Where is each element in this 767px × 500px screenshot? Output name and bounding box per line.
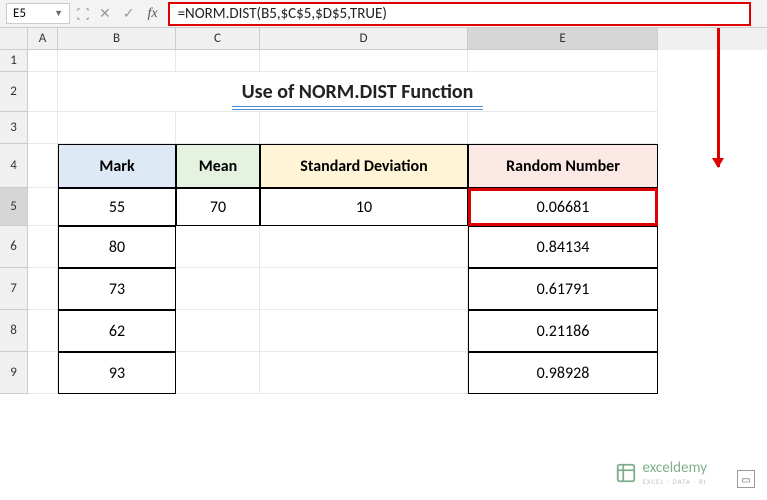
row-header-5[interactable]: 5 [0,188,28,226]
row-header-1[interactable]: 1 [0,50,28,72]
display-options-button[interactable]: ▭ [737,470,755,488]
row-8: 8 62 0.21186 [0,310,767,352]
page-title: Use of NORM.DIST Function [232,78,484,110]
cell-B5[interactable]: 55 [58,188,176,226]
cell-B7[interactable]: 73 [58,268,176,310]
formula-bar-row: E5 ▼ ✕ ✓ fx =NORM.DIST(B5,$C$5,$D$5,TRUE… [0,0,767,28]
fx-icon[interactable]: fx [143,6,161,22]
cell-B8[interactable]: 62 [58,310,176,352]
col-header-D[interactable]: D [260,28,468,50]
cell-C3[interactable] [176,112,260,144]
cell-B6[interactable]: 80 [58,226,176,268]
col-header-E[interactable]: E [468,28,658,50]
row-header-4[interactable]: 4 [0,144,28,188]
cell-A3[interactable] [28,112,58,144]
formula-bar[interactable]: =NORM.DIST(B5,$C$5,$D$5,TRUE) [168,2,761,26]
cell-C1[interactable] [176,50,260,72]
cell-D7[interactable] [260,268,468,310]
col-header-B[interactable]: B [58,28,176,50]
row-header-6[interactable]: 6 [0,226,28,268]
row-2: 2 Use of NORM.DIST Function [0,72,767,112]
row-4: 4 Mark Mean Standard Deviation Random Nu… [0,144,767,188]
cell-E9[interactable]: 0.98928 [468,352,658,394]
cell-E6[interactable]: 0.84134 [468,226,658,268]
cell-C9[interactable] [176,352,260,394]
col-header-C[interactable]: C [176,28,260,50]
cell-E3[interactable] [468,112,658,144]
row-3: 3 [0,112,767,144]
row-6: 6 80 0.84134 [0,226,767,268]
grid-rows: 1 2 Use of NORM.DIST Function 3 4 Mar [0,50,767,394]
title-cell[interactable]: Use of NORM.DIST Function [58,72,658,112]
watermark-tag: EXCEL · DATA · BI [643,477,707,486]
cancel-icon[interactable]: ✕ [96,5,114,22]
cell-A5[interactable] [28,188,58,226]
header-mean[interactable]: Mean [176,144,260,188]
column-headers: A B C D E [0,28,767,50]
cell-C8[interactable] [176,310,260,352]
cell-D5[interactable]: 10 [260,188,468,226]
select-all-corner[interactable] [0,28,28,50]
row-header-8[interactable]: 8 [0,310,28,352]
cell-A4[interactable] [28,144,58,188]
cell-A1[interactable] [28,50,58,72]
formula-text: =NORM.DIST(B5,$C$5,$D$5,TRUE) [178,5,387,23]
row-header-9[interactable]: 9 [0,352,28,394]
row-header-2[interactable]: 2 [0,72,28,112]
cell-D6[interactable] [260,226,468,268]
enter-icon[interactable]: ✓ [120,5,138,22]
cell-A6[interactable] [28,226,58,268]
cell-A8[interactable] [28,310,58,352]
row-5: 5 55 70 10 0.06681 [0,188,767,226]
cell-E5[interactable]: 0.06681 [468,188,658,226]
cell-C6[interactable] [176,226,260,268]
cell-C5[interactable]: 70 [176,188,260,226]
watermark-icon [615,462,637,484]
row-7: 7 73 0.61791 [0,268,767,310]
spreadsheet: A B C D E 1 2 Use of NORM.DIST Function … [0,28,767,394]
cell-E8[interactable]: 0.21186 [468,310,658,352]
watermark: exceldemy EXCEL · DATA · BI [615,459,707,486]
row-header-3[interactable]: 3 [0,112,28,144]
header-random[interactable]: Random Number [468,144,658,188]
chevron-down-icon[interactable]: ▼ [54,8,63,19]
cell-A9[interactable] [28,352,58,394]
cell-A7[interactable] [28,268,58,310]
cell-D3[interactable] [260,112,468,144]
cell-B3[interactable] [58,112,176,144]
row-9: 9 93 0.98928 [0,352,767,394]
name-box-value: E5 [13,6,26,21]
cell-B9[interactable]: 93 [58,352,176,394]
row-1: 1 [0,50,767,72]
cell-D1[interactable] [260,50,468,72]
row-header-7[interactable]: 7 [0,268,28,310]
name-box[interactable]: E5 ▼ [6,3,70,24]
col-header-A[interactable]: A [28,28,58,50]
header-mark[interactable]: Mark [58,144,176,188]
cell-E1[interactable] [468,50,658,72]
watermark-name: exceldemy [643,459,707,477]
cell-D9[interactable] [260,352,468,394]
callout-arrow [717,28,720,167]
cell-B1[interactable] [58,50,176,72]
cell-C7[interactable] [176,268,260,310]
collapse-icon[interactable] [76,7,90,21]
header-std[interactable]: Standard Deviation [260,144,468,188]
cell-E7[interactable]: 0.61791 [468,268,658,310]
cell-D8[interactable] [260,310,468,352]
cell-A2[interactable] [28,72,58,112]
formula-input[interactable]: =NORM.DIST(B5,$C$5,$D$5,TRUE) [168,2,751,26]
